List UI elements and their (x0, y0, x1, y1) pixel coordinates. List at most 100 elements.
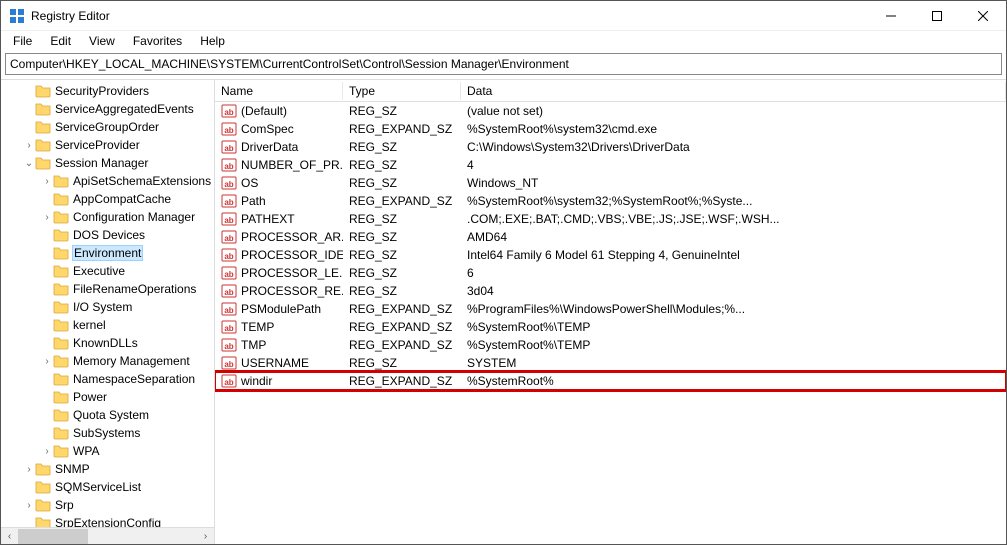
folder-icon (53, 371, 69, 387)
value-row[interactable]: abPROCESSOR_RE...REG_SZ3d04 (215, 282, 1006, 300)
scroll-right-arrow-icon[interactable]: › (197, 528, 214, 545)
tree-item[interactable]: ›Srp (1, 496, 214, 514)
tree-item[interactable]: KnownDLLs (1, 334, 214, 352)
tree-item[interactable]: › ServiceProvider (1, 136, 214, 154)
value-type: REG_SZ (343, 266, 461, 280)
scroll-left-arrow-icon[interactable]: ‹ (1, 528, 18, 545)
menu-file[interactable]: File (5, 33, 40, 49)
value-name: DriverData (241, 140, 298, 154)
expander-closed-icon[interactable]: › (23, 464, 35, 475)
registry-editor-window: Registry Editor File Edit View Favorites… (0, 0, 1007, 545)
menu-view[interactable]: View (81, 33, 123, 49)
svg-text:ab: ab (224, 198, 233, 207)
value-row[interactable]: abPROCESSOR_LE...REG_SZ6 (215, 264, 1006, 282)
value-row[interactable]: abPathREG_EXPAND_SZ%SystemRoot%\system32… (215, 192, 1006, 210)
scroll-thumb[interactable] (18, 529, 88, 544)
value-data: AMD64 (461, 230, 1006, 244)
tree-item-label: ServiceProvider (55, 138, 140, 152)
string-value-icon: ab (221, 247, 237, 263)
column-data[interactable]: Data (461, 82, 1006, 100)
menu-edit[interactable]: Edit (42, 33, 79, 49)
expander-closed-icon[interactable]: › (23, 140, 35, 151)
tree-item[interactable]: ServiceGroupOrder (1, 118, 214, 136)
tree-item[interactable]: FileRenameOperations (1, 280, 214, 298)
value-row[interactable]: abNUMBER_OF_PR...REG_SZ4 (215, 156, 1006, 174)
tree-item[interactable]: ⌄Session Manager (1, 154, 214, 172)
svg-text:ab: ab (224, 126, 233, 135)
value-type: REG_EXPAND_SZ (343, 374, 461, 388)
key-tree[interactable]: SecurityProvidersServiceAggregatedEvents… (1, 80, 215, 544)
tree-item[interactable]: Environment (1, 244, 214, 262)
tree-item[interactable]: ›WPA (1, 442, 214, 460)
tree-item[interactable]: DOS Devices (1, 226, 214, 244)
expander-closed-icon[interactable]: › (41, 356, 53, 367)
expander-closed-icon[interactable]: › (23, 500, 35, 511)
list-body[interactable]: ab(Default)REG_SZ(value not set)abComSpe… (215, 102, 1006, 544)
folder-icon (53, 173, 69, 189)
tree-item[interactable]: SubSystems (1, 424, 214, 442)
window-controls (868, 1, 1006, 30)
tree-item-label: AppCompatCache (73, 192, 171, 206)
value-row[interactable]: abPSModulePathREG_EXPAND_SZ%ProgramFiles… (215, 300, 1006, 318)
value-row[interactable]: abOSREG_SZWindows_NT (215, 174, 1006, 192)
tree-item[interactable]: kernel (1, 316, 214, 334)
expander-closed-icon[interactable]: › (41, 446, 53, 457)
tree-item[interactable]: ›SNMP (1, 460, 214, 478)
value-row[interactable]: abPROCESSOR_AR...REG_SZAMD64 (215, 228, 1006, 246)
value-type: REG_EXPAND_SZ (343, 194, 461, 208)
value-row[interactable]: abPATHEXTREG_SZ.COM;.EXE;.BAT;.CMD;.VBS;… (215, 210, 1006, 228)
value-row[interactable]: abUSERNAMEREG_SZSYSTEM (215, 354, 1006, 372)
value-row[interactable]: abComSpecREG_EXPAND_SZ%SystemRoot%\syste… (215, 120, 1006, 138)
value-data: %SystemRoot% (461, 374, 1006, 388)
value-name-cell: abDriverData (215, 139, 343, 155)
value-row[interactable]: abPROCESSOR_IDE...REG_SZIntel64 Family 6… (215, 246, 1006, 264)
value-name-cell: abUSERNAME (215, 355, 343, 371)
value-type: REG_EXPAND_SZ (343, 338, 461, 352)
tree-item-label: ServiceGroupOrder (55, 120, 159, 134)
value-name-cell: abTEMP (215, 319, 343, 335)
tree-item[interactable]: Quota System (1, 406, 214, 424)
tree-item[interactable]: AppCompatCache (1, 190, 214, 208)
value-row[interactable]: abTEMPREG_EXPAND_SZ%SystemRoot%\TEMP (215, 318, 1006, 336)
menu-help[interactable]: Help (192, 33, 233, 49)
folder-icon (35, 137, 51, 153)
close-button[interactable] (960, 1, 1006, 30)
value-row[interactable]: abwindirREG_EXPAND_SZ%SystemRoot% (215, 372, 1006, 390)
column-name[interactable]: Name (215, 82, 343, 100)
tree-item[interactable]: ›Configuration Manager (1, 208, 214, 226)
tree-item[interactable]: ›ApiSetSchemaExtensions (1, 172, 214, 190)
value-row[interactable]: abTMPREG_EXPAND_SZ%SystemRoot%\TEMP (215, 336, 1006, 354)
string-value-icon: ab (221, 211, 237, 227)
address-bar[interactable]: Computer\HKEY_LOCAL_MACHINE\SYSTEM\Curre… (5, 53, 1002, 75)
tree-item[interactable]: ›Memory Management (1, 352, 214, 370)
string-value-icon: ab (221, 175, 237, 191)
value-name-cell: abPROCESSOR_RE... (215, 283, 343, 299)
value-row[interactable]: abDriverDataREG_SZC:\Windows\System32\Dr… (215, 138, 1006, 156)
tree-item-label: SubSystems (73, 426, 140, 440)
menu-favorites[interactable]: Favorites (125, 33, 190, 49)
value-name: windir (241, 374, 272, 388)
tree-item[interactable]: Power (1, 388, 214, 406)
tree-item[interactable]: SecurityProviders (1, 82, 214, 100)
tree-item[interactable]: NamespaceSeparation (1, 370, 214, 388)
value-type: REG_SZ (343, 104, 461, 118)
maximize-button[interactable] (914, 1, 960, 30)
tree-item[interactable]: Executive (1, 262, 214, 280)
expander-closed-icon[interactable]: › (41, 176, 53, 187)
tree-item[interactable]: SQMServiceList (1, 478, 214, 496)
expander-closed-icon[interactable]: › (41, 212, 53, 223)
string-value-icon: ab (221, 301, 237, 317)
column-type[interactable]: Type (343, 82, 461, 100)
expander-open-icon[interactable]: ⌄ (23, 158, 35, 169)
tree-item[interactable]: ServiceAggregatedEvents (1, 100, 214, 118)
svg-text:ab: ab (224, 108, 233, 117)
folder-icon (53, 263, 69, 279)
folder-icon (35, 479, 51, 495)
svg-text:ab: ab (224, 270, 233, 279)
minimize-button[interactable] (868, 1, 914, 30)
tree-item-label: kernel (73, 318, 106, 332)
tree-horizontal-scrollbar[interactable]: ‹› (1, 527, 214, 544)
value-data: %SystemRoot%\system32;%SystemRoot%;%Syst… (461, 194, 1006, 208)
value-row[interactable]: ab(Default)REG_SZ(value not set) (215, 102, 1006, 120)
tree-item[interactable]: I/O System (1, 298, 214, 316)
